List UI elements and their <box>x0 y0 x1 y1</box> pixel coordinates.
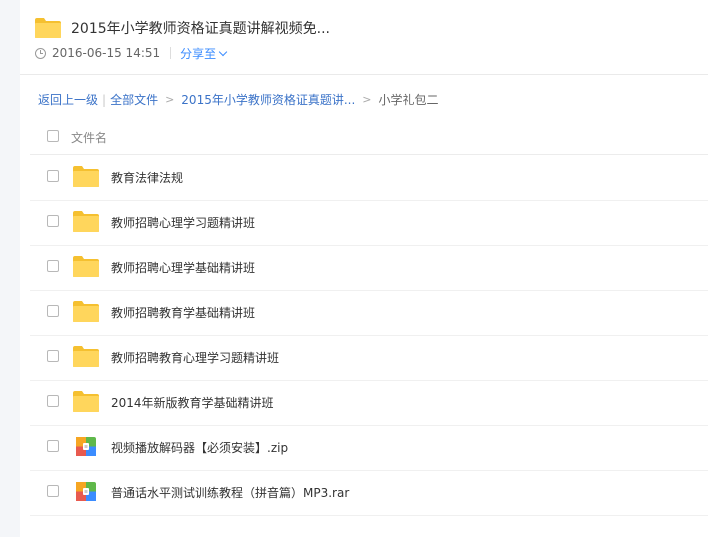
row-checkbox[interactable] <box>47 305 59 317</box>
folder-icon <box>72 300 100 323</box>
folder-icon <box>72 390 100 413</box>
file-name[interactable]: 教师招聘教育心理学习题精讲班 <box>111 349 279 366</box>
file-row[interactable]: 教师招聘教育学基础精讲班 <box>30 290 708 336</box>
header-divider <box>20 74 708 75</box>
breadcrumb-parent-link[interactable]: 2015年小学教师资格证真题讲... <box>181 91 355 108</box>
file-row[interactable]: 教师招聘心理学基础精讲班 <box>30 245 708 291</box>
breadcrumb-current: 小学礼包二 <box>378 93 439 107</box>
file-name[interactable]: 教育法律法规 <box>111 169 183 186</box>
breadcrumb-back-link[interactable]: 返回上一级 <box>38 91 98 108</box>
breadcrumb-separator: > <box>165 93 175 106</box>
file-row[interactable]: 普通话水平测试训练教程（拼音篇）MP3.rar <box>30 470 708 516</box>
breadcrumb-separator: > <box>362 93 372 106</box>
share-time: 2016-06-15 14:51 <box>52 46 161 60</box>
file-row[interactable]: 2014年新版教育学基础精讲班 <box>30 380 708 426</box>
row-checkbox[interactable] <box>47 440 59 452</box>
file-name[interactable]: 教师招聘心理学基础精讲班 <box>111 259 255 276</box>
row-checkbox[interactable] <box>47 395 59 407</box>
column-header-filename: 文件名 <box>71 131 108 145</box>
folder-icon <box>35 18 61 38</box>
archive-icon <box>72 435 100 458</box>
folder-icon <box>72 255 100 278</box>
folder-icon <box>72 345 100 368</box>
select-all-checkbox[interactable] <box>47 130 59 142</box>
chevron-down-icon <box>218 47 228 56</box>
file-row[interactable]: 教师招聘心理学习题精讲班 <box>30 200 708 246</box>
breadcrumb-all-files-link[interactable]: 全部文件 <box>110 91 158 108</box>
file-row[interactable]: 教育法律法规 <box>30 155 708 201</box>
row-checkbox[interactable] <box>47 170 59 182</box>
breadcrumb-pipe: | <box>102 92 107 107</box>
file-row[interactable]: 视频播放解码器【必须安装】.zip <box>30 425 708 471</box>
row-checkbox[interactable] <box>47 215 59 227</box>
file-list-header: 文件名 <box>30 120 708 155</box>
folder-icon <box>72 165 100 188</box>
breadcrumb: 返回上一级 | 全部文件 > 2015年小学教师资格证真题讲... > 小学礼包… <box>38 91 439 108</box>
meta-bar: 2016-06-15 14:51 分享至 <box>35 44 228 62</box>
row-checkbox[interactable] <box>47 260 59 272</box>
left-sidebar-strip <box>0 0 20 537</box>
folder-icon <box>72 210 100 233</box>
file-name[interactable]: 教师招聘心理学习题精讲班 <box>111 214 255 231</box>
file-name[interactable]: 教师招聘教育学基础精讲班 <box>111 304 255 321</box>
share-label: 分享至 <box>180 46 217 61</box>
file-name[interactable]: 2014年新版教育学基础精讲班 <box>111 394 274 411</box>
share-button[interactable]: 分享至 <box>180 45 228 62</box>
file-name[interactable]: 视频播放解码器【必须安装】.zip <box>111 439 288 456</box>
row-checkbox[interactable] <box>47 350 59 362</box>
clock-icon <box>35 47 46 59</box>
file-name[interactable]: 普通话水平测试训练教程（拼音篇）MP3.rar <box>111 484 349 501</box>
meta-divider <box>170 47 172 59</box>
archive-icon <box>72 480 100 503</box>
file-row[interactable]: 教师招聘教育心理学习题精讲班 <box>30 335 708 381</box>
row-checkbox[interactable] <box>47 485 59 497</box>
page-title: 2015年小学教师资格证真题讲解视频免... <box>71 21 330 37</box>
